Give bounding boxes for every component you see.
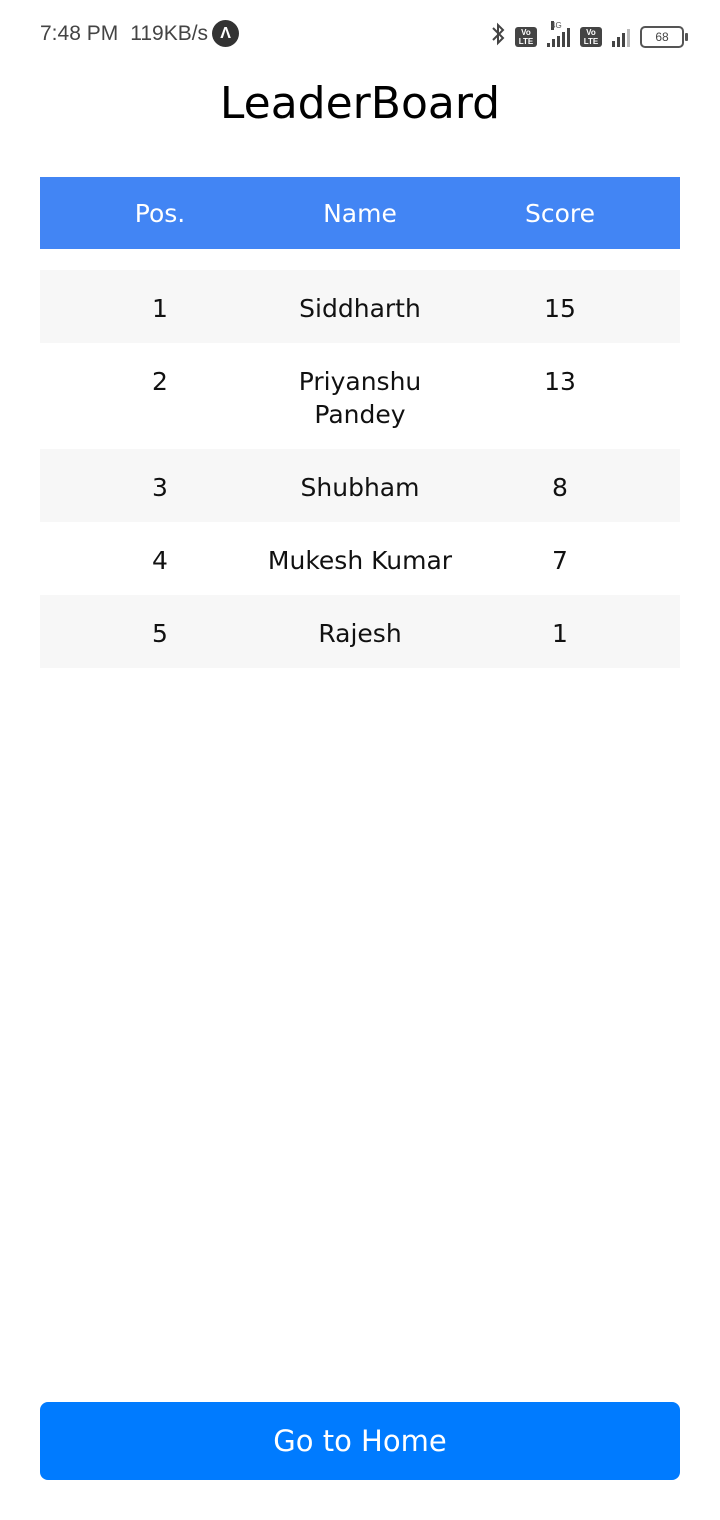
leaderboard-table: Pos. Name Score 1 Siddharth 15 2 Priyans… xyxy=(40,177,680,668)
table-row: 5 Rajesh 1 xyxy=(40,595,680,668)
volte-icon-2: Vo LTE xyxy=(580,27,602,47)
header-name: Name xyxy=(323,198,397,228)
table-header: Pos. Name Score xyxy=(40,177,680,249)
row-name: Mukesh Kumar xyxy=(267,546,453,575)
table-row: 1 Siddharth 15 xyxy=(40,270,680,343)
row-score: 7 xyxy=(552,546,568,575)
signal-4g-icon: 4G xyxy=(547,21,570,47)
header-pos: Pos. xyxy=(134,198,186,228)
table-row: 3 Shubham 8 xyxy=(40,449,680,522)
row-name: Shubham xyxy=(300,473,420,502)
volte-icon: Vo LTE xyxy=(515,27,537,47)
row-pos: 3 xyxy=(152,473,168,502)
row-score: 15 xyxy=(544,294,576,323)
row-pos: 4 xyxy=(152,546,168,575)
go-to-home-button[interactable]: Go to Home xyxy=(40,1402,680,1480)
row-pos: 1 xyxy=(152,294,168,323)
row-name: Rajesh xyxy=(318,619,402,648)
page-title: LeaderBoard xyxy=(219,78,501,129)
network-speed: 119KB/s xyxy=(130,21,209,45)
app-notification-icon: Λ xyxy=(212,20,240,47)
bluetooth-icon xyxy=(491,22,505,52)
row-pos: 2 xyxy=(152,367,168,396)
status-right: Vo LTE 4G Vo LTE 68 xyxy=(491,21,688,52)
row-name: Priyanshu Pandey xyxy=(298,367,422,429)
header-score: Score xyxy=(524,198,596,228)
status-time: 7:48 PM xyxy=(40,21,119,45)
status-left: 7:48 PM 119KB/s Λ xyxy=(40,20,240,47)
table-row: 4 Mukesh Kumar 7 xyxy=(40,522,680,595)
row-score: 1 xyxy=(552,619,568,648)
row-score: 13 xyxy=(544,367,576,396)
table-row: 2 Priyanshu Pandey 13 xyxy=(40,343,680,449)
signal-icon xyxy=(612,27,630,47)
row-score: 8 xyxy=(552,473,568,502)
status-bar: 7:48 PM 119KB/s Λ Vo LTE 4G Vo LTE 68 xyxy=(0,0,720,70)
row-name: Siddharth xyxy=(299,294,421,323)
row-pos: 5 xyxy=(152,619,168,648)
battery-icon: 68 xyxy=(640,26,688,48)
